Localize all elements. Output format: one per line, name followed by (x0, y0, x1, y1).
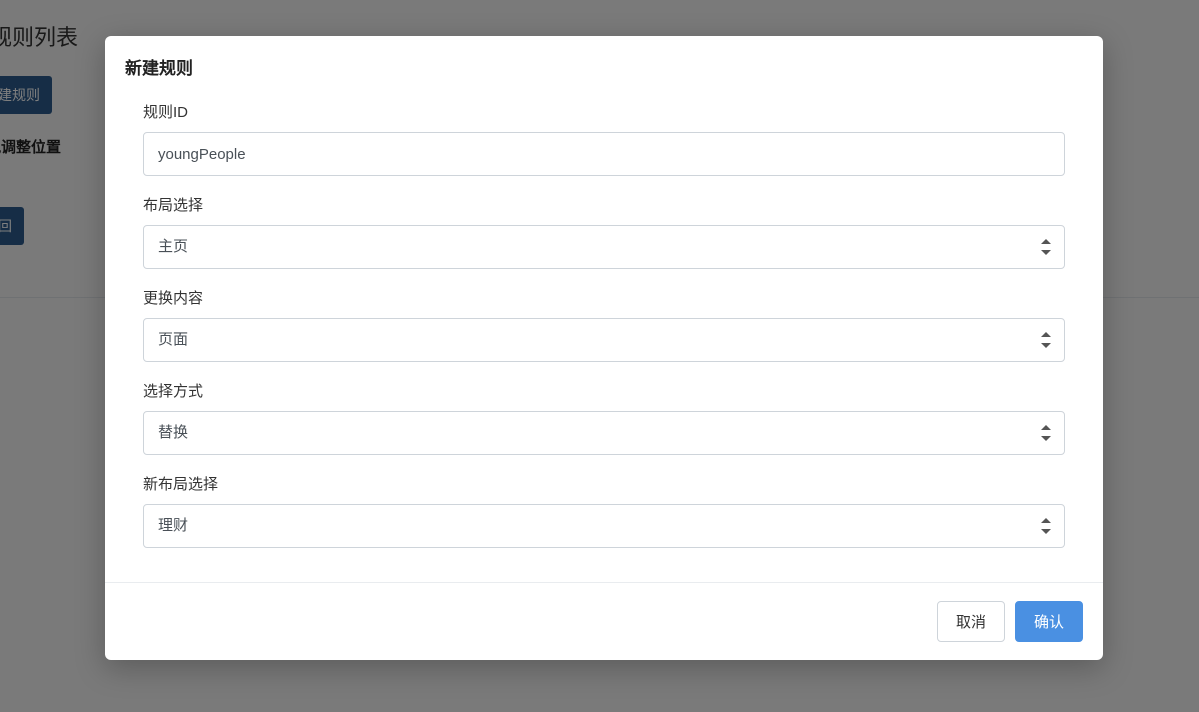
modal-header: 新建规则 (105, 36, 1103, 97)
new-rule-modal: 新建规则 规则ID 布局选择 主页 更换内容 页面 选择方式 替换 (105, 36, 1103, 660)
confirm-button[interactable]: 确认 (1015, 601, 1083, 642)
new-layout-select-label: 新布局选择 (143, 473, 1065, 494)
modal-body: 规则ID 布局选择 主页 更换内容 页面 选择方式 替换 新布局 (105, 97, 1103, 582)
modal-title: 新建规则 (125, 54, 1083, 79)
change-content-dropdown[interactable]: 页面 (143, 318, 1065, 362)
new-layout-select-dropdown[interactable]: 理财 (143, 504, 1065, 548)
select-method-group: 选择方式 替换 (143, 380, 1065, 455)
select-method-label: 选择方式 (143, 380, 1065, 401)
select-method-dropdown[interactable]: 替换 (143, 411, 1065, 455)
layout-select-dropdown[interactable]: 主页 (143, 225, 1065, 269)
layout-select-group: 布局选择 主页 (143, 194, 1065, 269)
change-content-group: 更换内容 页面 (143, 287, 1065, 362)
rule-id-input[interactable] (143, 132, 1065, 176)
modal-footer: 取消 确认 (105, 582, 1103, 660)
layout-select-label: 布局选择 (143, 194, 1065, 215)
change-content-label: 更换内容 (143, 287, 1065, 308)
rule-id-label: 规则ID (143, 101, 1065, 122)
cancel-button[interactable]: 取消 (937, 601, 1005, 642)
new-layout-select-group: 新布局选择 理财 (143, 473, 1065, 548)
rule-id-group: 规则ID (143, 101, 1065, 176)
